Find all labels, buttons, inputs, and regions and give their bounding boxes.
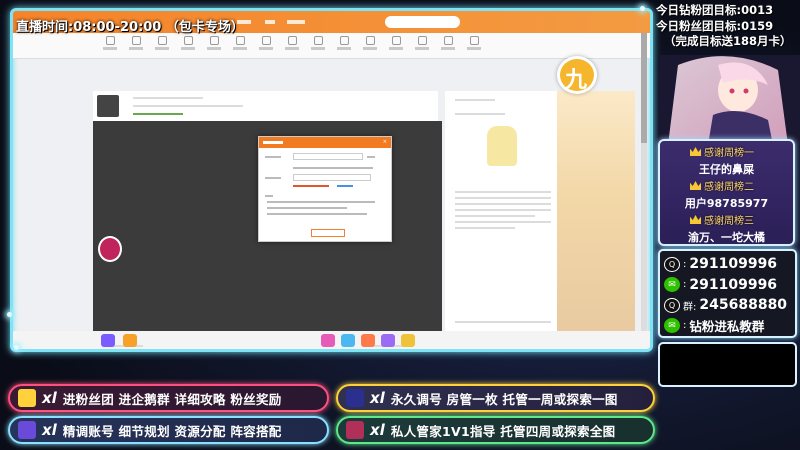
toolbar-icon[interactable] <box>335 36 353 50</box>
toolbar-icon[interactable] <box>231 36 249 50</box>
gift-icon[interactable] <box>341 334 355 347</box>
toolbar-icon[interactable] <box>153 36 171 50</box>
rank1-name: 王仔的鼻屎 <box>699 163 754 176</box>
toolbar-icon[interactable] <box>205 36 223 50</box>
goal-reward: （完成目标送188月卡） <box>664 34 792 48</box>
qq-icon: Q <box>664 256 680 272</box>
toolbar-icon[interactable] <box>361 36 379 50</box>
wechat-icon: ✉ <box>664 277 680 293</box>
streamer-avatar[interactable] <box>97 95 119 117</box>
crown-icon <box>690 215 701 224</box>
diamond-fans-goal: 今日钻粉团目标:0013 <box>656 3 774 17</box>
rank2-name: 用户98785977 <box>684 197 769 210</box>
crown-icon <box>690 181 701 190</box>
stream-schedule-title: 直播时间:08:00-20:00 （包卡专场） <box>16 20 244 35</box>
wechat-row: ✉ : 291109996 <box>664 275 791 296</box>
character-icon <box>346 421 364 439</box>
sparkle-icon <box>7 312 12 317</box>
streamer-info-bar <box>93 91 438 121</box>
toolbar-icon[interactable] <box>283 36 301 50</box>
banner-fan-club: xl 进粉丝团 进企鹅群 详细攻略 粉丝奖励 <box>8 384 329 412</box>
toolbar-icon[interactable] <box>439 36 457 50</box>
fans-goal: 今日粉丝团目标:0159 <box>656 18 774 33</box>
toolbar-icon[interactable] <box>179 36 197 50</box>
banner-permanent-tuning: xl 永久调号 房管一枚 托管一周或探索一图 <box>336 384 655 412</box>
nine-glyph-icon: 九 <box>565 67 588 93</box>
search-input[interactable] <box>385 16 460 28</box>
mascot-image <box>487 126 517 166</box>
toolbar-icon[interactable] <box>413 36 431 50</box>
card-icon <box>346 389 364 407</box>
crown-icon <box>690 147 701 156</box>
side-decoration <box>557 91 635 344</box>
category-toolbar <box>13 33 650 59</box>
gift-icon[interactable] <box>361 334 375 347</box>
toolbar-icon[interactable] <box>465 36 483 50</box>
game-capture-frame: × 九 <box>10 8 653 352</box>
confirm-button[interactable] <box>311 229 345 237</box>
toolbar-icon[interactable] <box>257 36 275 50</box>
qq-icon: Q <box>664 297 680 313</box>
toolbar-icon[interactable] <box>101 36 119 50</box>
scrollbar-thumb[interactable] <box>641 33 647 143</box>
gift-icon[interactable] <box>401 334 415 347</box>
rank3-name: 渝万、一坨大橘 <box>688 231 765 244</box>
banner-private-butler: xl 私人管家1V1指导 托管四周或探索全图 <box>336 416 655 444</box>
anime-character-illustration <box>658 55 800 145</box>
url-field[interactable] <box>293 153 363 160</box>
banner-account-tuning: xl 精调账号 细节规划 资源分配 阵容搭配 <box>8 416 329 444</box>
chat-area <box>658 342 797 387</box>
rank2-title-row: 感谢周榜二 <box>690 179 754 193</box>
toolbar-icon[interactable] <box>127 36 145 50</box>
sparkle-icon <box>14 345 19 350</box>
xl-badge-icon <box>98 236 122 262</box>
toolbar-icon[interactable] <box>387 36 405 50</box>
goals-panel: 今日钻粉团目标:0013 今日粉丝团目标:0159 （完成目标送188月卡） <box>656 3 800 50</box>
character-icon <box>18 421 36 439</box>
close-icon[interactable]: × <box>383 139 387 146</box>
select-field[interactable] <box>293 174 371 181</box>
gift-icon[interactable] <box>381 334 395 347</box>
gift-icon[interactable] <box>101 334 115 347</box>
dialog-header: × <box>259 137 391 148</box>
sparkle-icon <box>640 6 645 11</box>
qq-row: Q : 291109996 <box>664 254 791 275</box>
pencil-icon <box>18 389 36 407</box>
diamond-row: ✉ : 钻粉进私教群 <box>664 316 791 337</box>
dialog-window: × <box>258 136 392 242</box>
gift-icon[interactable] <box>123 334 137 347</box>
toolbar-icon[interactable] <box>309 36 327 50</box>
group-row: Q 群: 245688880 <box>664 295 791 316</box>
wechat-icon: ✉ <box>664 318 680 334</box>
rank1-title-row: 感谢周榜一 <box>690 145 754 159</box>
contacts-panel: Q : 291109996 ✉ : 291109996 Q 群: 2456888… <box>658 249 797 338</box>
gift-icon[interactable] <box>321 334 335 347</box>
weekly-ranking-board: 感谢周榜一 王仔的鼻屎 感谢周榜二 用户98785977 感谢周榜三 渝万、一坨… <box>658 139 795 246</box>
rank3-title-row: 感谢周榜三 <box>690 213 754 227</box>
